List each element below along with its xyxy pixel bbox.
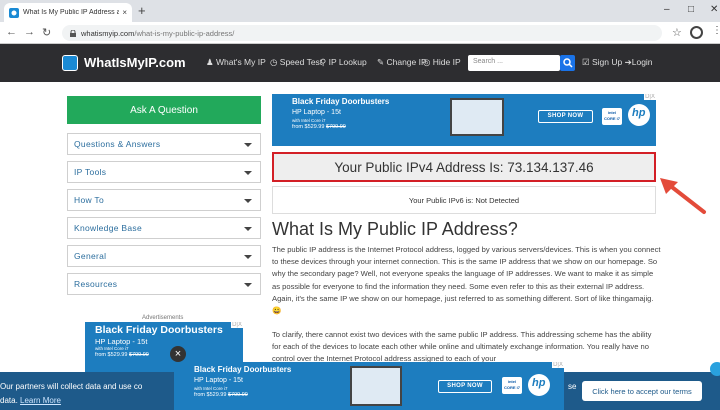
tab-close-icon[interactable]: × [122,8,127,17]
new-tab-button[interactable]: + [138,3,146,18]
site-header: WhatIsMyIP.com ♟ What's My IP ◷ Speed Te… [0,44,720,82]
chevron-down-icon [244,255,252,259]
body-paragraph-1: The public IP address is the Internet Pr… [272,245,661,316]
signup-link[interactable]: Sign Up [592,57,622,67]
login-icon: ➔ [624,57,632,67]
ad-price: from $529.99 $799.99 [194,392,248,398]
speedometer-icon: ◷ [270,57,280,67]
account-icon[interactable] [690,26,703,39]
lock-icon [70,29,76,37]
sidebar-item-knowledge-base[interactable]: Knowledge Base [67,217,261,239]
browser-tab[interactable]: What Is My Public IP Address an... × [4,3,132,22]
nav-what-is-my-ip[interactable]: ♟ What's My IP [206,57,266,68]
top-banner-ad[interactable]: Black Friday Doorbusters HP Laptop - 15t… [272,94,656,146]
url-host: whatismyip.com [81,28,135,38]
annotation-arrow-icon [660,178,706,214]
hp-logo: hp [528,374,550,396]
sidebar-item-resources[interactable]: Resources [67,273,261,295]
person-icon: ♟ [206,57,216,67]
forward-arrow-icon[interactable]: → [24,26,35,38]
ad-cpu: with Intel Core i7 [292,118,326,123]
menu-kebab-icon[interactable]: ⋮ [712,25,720,36]
intel-logo: intel CORE i7 [502,377,522,394]
address-bar-row: ← → ↻ whatismyip.com/what-is-my-public-i… [0,22,720,44]
learn-more-link[interactable]: Learn More [20,396,61,405]
chevron-down-icon [244,143,252,147]
nav-speed-test[interactable]: ◷ Speed Test [270,57,322,68]
ad-choices-icon[interactable]: D|X [231,322,243,328]
cookie-text-fragment: se [568,382,577,391]
browser-tab-bar: What Is My Public IP Address an... × + –… [0,0,720,22]
window-close-button[interactable]: ✕ [710,4,718,15]
search-button[interactable] [560,55,575,71]
chevron-down-icon [244,227,252,231]
bottom-banner-ad[interactable]: Black Friday Doorbusters HP Laptop - 15t… [174,362,564,410]
logo-icon[interactable] [62,55,78,71]
body-paragraph-2: To clarify, there cannot exist two devic… [272,330,652,364]
chevron-down-icon [244,171,252,175]
shop-now-button[interactable]: SHOP NOW [538,110,593,123]
site-logo[interactable]: WhatIsMyIP.com [84,55,186,70]
nav-change-ip[interactable]: ✎ Change IP [377,57,427,68]
eye-slash-icon: ◎ [423,57,433,67]
ad-price: from $529.99 $799.99 [292,124,346,130]
sidebar-item-general[interactable]: General [67,245,261,267]
url-path: /what-is-my-public-ip-address/ [134,28,235,38]
ad-product: HP Laptop - 15t [194,377,243,384]
ad-close-button[interactable]: × [170,346,186,362]
ipv4-address-display: Your Public IPv4 Address Is: 73.134.137.… [272,152,656,182]
advertisements-label: Advertisements [142,315,184,321]
intel-logo: intel CORE i7 [602,108,622,125]
chevron-down-icon [244,199,252,203]
laptop-image [350,366,402,406]
ad-headline: Black Friday Doorbusters [95,324,223,336]
reload-icon[interactable]: ↻ [42,26,51,39]
ad-headline: Black Friday Doorbusters [292,97,390,106]
chevron-down-icon [244,283,252,287]
ad-price: from $529.99 $799.99 [95,352,149,358]
ad-product: HP Laptop - 15t [292,109,341,116]
minimize-button[interactable]: – [664,4,670,15]
search-icon [563,58,573,68]
sidebar-item-questions-answers[interactable]: Questions & Answers [67,133,261,155]
ad-choices-icon[interactable]: D|X [552,362,564,368]
ad-cpu: with Intel Core i7 [95,346,129,351]
shop-now-button[interactable]: SHOP NOW [438,380,492,393]
cookie-text: Our partners will collect data and use c… [0,382,143,405]
ipv6-address-display: Your Public IPv6 is: Not Detected [272,186,656,214]
laptop-image [450,98,504,136]
search-input[interactable]: Search ... [468,55,560,71]
ad-choices-icon[interactable]: D|X [644,94,656,100]
bookmark-star-icon[interactable]: ☆ [672,26,682,39]
ask-question-button[interactable]: Ask A Question [67,96,261,124]
signup-icon: ☑ [582,57,592,67]
back-arrow-icon[interactable]: ← [6,26,17,38]
chat-bubble-icon[interactable] [710,362,720,376]
maximize-button[interactable]: □ [688,4,694,15]
ad-headline: Black Friday Doorbusters [194,365,292,374]
ad-cpu: with Intel Core i7 [194,386,228,391]
sidebar-item-ip-tools[interactable]: IP Tools [67,161,261,183]
page-title: What Is My Public IP Address? [272,219,518,239]
sidebar-item-how-to[interactable]: How To [67,189,261,211]
tab-title: What Is My Public IP Address an... [23,9,120,16]
login-link[interactable]: Login [632,57,653,67]
ad-product: HP Laptop - 15t [95,337,148,346]
site-favicon-icon [9,7,19,18]
nav-hide-ip[interactable]: ◎ Hide IP [423,57,461,68]
nav-ip-lookup[interactable]: ⚲ IP Lookup [320,57,367,68]
search-icon: ⚲ [320,57,329,67]
signup-login-links[interactable]: ☑ Sign Up ➔Login [582,57,653,68]
accept-terms-button[interactable]: Click here to accept our terms [582,381,702,401]
hp-logo: hp [628,104,650,126]
url-field[interactable]: whatismyip.com/what-is-my-public-ip-addr… [62,25,662,41]
